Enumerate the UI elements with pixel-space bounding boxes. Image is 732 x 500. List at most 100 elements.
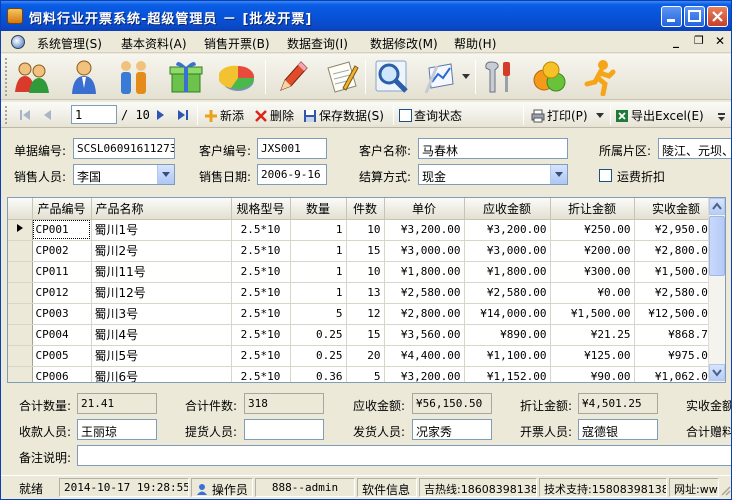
- table-cell-product-no[interactable]: CP006: [32, 366, 92, 382]
- table-cell-unit-price[interactable]: ¥4,400.00: [384, 345, 465, 367]
- chevron-down-icon[interactable]: [550, 165, 567, 184]
- table-cell-product-no[interactable]: CP011: [32, 261, 92, 283]
- table-cell-product-name[interactable]: 蜀川12号: [91, 282, 232, 304]
- table-cell-receivable[interactable]: ¥3,000.00: [464, 240, 551, 262]
- table-cell-product-name[interactable]: 蜀川3号: [91, 303, 232, 325]
- menu-help[interactable]: 帮助(H): [454, 35, 496, 52]
- table-cell-product-no[interactable]: CP012: [32, 282, 92, 304]
- table-cell-actual[interactable]: ¥1,062.00: [634, 366, 719, 382]
- exit-runner-icon[interactable]: [581, 58, 619, 96]
- chevron-down-icon[interactable]: [157, 165, 174, 184]
- table-cell-discount[interactable]: ¥1,500.00: [550, 303, 635, 325]
- table-cell-pieces[interactable]: 15: [346, 324, 385, 346]
- close-button[interactable]: [707, 6, 728, 27]
- table-cell-actual[interactable]: ¥868.75: [634, 324, 719, 346]
- users-icon[interactable]: [13, 58, 51, 96]
- tools-icon[interactable]: [481, 58, 519, 96]
- maximize-button[interactable]: [684, 6, 705, 27]
- toolbar-grip[interactable]: [5, 58, 8, 96]
- col-header[interactable]: 折让金额: [550, 198, 635, 220]
- system-menu-icon[interactable]: [11, 35, 25, 49]
- print-button[interactable]: 打印(P): [531, 107, 604, 124]
- region-field[interactable]: 陵江、元坝、: [658, 138, 731, 159]
- table-cell-product-name[interactable]: 蜀川5号: [91, 345, 232, 367]
- table-cell-spec[interactable]: 2.5*10: [231, 240, 291, 262]
- table-cell-qty[interactable]: 1: [290, 261, 347, 283]
- payee-field[interactable]: 王丽琼: [77, 419, 157, 440]
- cust-no-field[interactable]: JXS001: [257, 138, 327, 159]
- table-cell-unit-price[interactable]: ¥1,800.00: [384, 261, 465, 283]
- table-cell-product-no[interactable]: CP001: [32, 219, 92, 241]
- table-cell-receivable[interactable]: ¥1,152.00: [464, 366, 551, 382]
- last-record-icon[interactable]: [176, 108, 190, 122]
- issuer-field[interactable]: 寇德银: [578, 419, 658, 440]
- report-chart-icon[interactable]: [423, 58, 461, 96]
- scroll-up-button[interactable]: [709, 198, 725, 215]
- table-cell-pieces[interactable]: 10: [346, 219, 385, 241]
- pie-chart-icon[interactable]: [219, 58, 257, 96]
- table-row[interactable]: CP012 蜀川12号 2.5*10 1 13 ¥2,580.00 ¥2,580.00 ¥0.…: [8, 282, 719, 304]
- table-row[interactable]: CP006 蜀川6号 2.5*10 0.36 5 ¥3,200.00 ¥1,152.00 ¥9…: [8, 366, 719, 382]
- table-cell-unit-price[interactable]: ¥3,200.00: [384, 366, 465, 382]
- table-cell-receivable[interactable]: ¥1,100.00: [464, 345, 551, 367]
- table-cell-receivable[interactable]: ¥14,000.00: [464, 303, 551, 325]
- col-header[interactable]: 产品名称: [91, 198, 232, 220]
- scroll-down-button[interactable]: [709, 364, 725, 381]
- row-indicator[interactable]: [8, 282, 33, 304]
- table-cell-unit-price[interactable]: ¥3,560.00: [384, 324, 465, 346]
- table-row[interactable]: CP004 蜀川4号 2.5*10 0.25 15 ¥3,560.00 ¥890.00 ¥21…: [8, 324, 719, 346]
- toolbar-grip[interactable]: [5, 106, 8, 124]
- gift-icon[interactable]: [167, 58, 205, 96]
- table-cell-actual[interactable]: ¥2,800.00: [634, 240, 719, 262]
- table-cell-discount[interactable]: ¥90.00: [550, 366, 635, 382]
- table-cell-spec[interactable]: 2.5*10: [231, 261, 291, 283]
- dropdown-arrow-icon[interactable]: [462, 74, 470, 80]
- shipper-field[interactable]: 况家秀: [412, 419, 492, 440]
- menu-data-modify[interactable]: 数据修改(M): [370, 35, 438, 52]
- table-cell-pieces[interactable]: 12: [346, 303, 385, 325]
- table-cell-product-no[interactable]: CP004: [32, 324, 92, 346]
- grid-vertical-scrollbar[interactable]: [708, 198, 725, 382]
- table-cell-spec[interactable]: 2.5*10: [231, 303, 291, 325]
- fruits-icon[interactable]: [531, 58, 569, 96]
- delete-button[interactable]: 删除: [254, 107, 294, 124]
- magnifier-icon[interactable]: [373, 58, 411, 96]
- table-cell-qty[interactable]: 1: [290, 219, 347, 241]
- table-cell-pieces[interactable]: 10: [346, 261, 385, 283]
- table-cell-actual[interactable]: ¥975.00: [634, 345, 719, 367]
- query-status-toggle[interactable]: 查询状态: [399, 107, 462, 124]
- table-cell-product-no[interactable]: CP002: [32, 240, 92, 262]
- previous-record-icon[interactable]: [41, 108, 55, 122]
- table-cell-discount[interactable]: ¥300.00: [550, 261, 635, 283]
- table-cell-receivable[interactable]: ¥1,800.00: [464, 261, 551, 283]
- picker-field[interactable]: [244, 419, 324, 440]
- row-indicator[interactable]: [8, 240, 33, 262]
- status-software-info[interactable]: 软件信息: [357, 478, 417, 497]
- table-cell-pieces[interactable]: 15: [346, 240, 385, 262]
- current-record-input[interactable]: [71, 105, 117, 124]
- mdi-close-button[interactable]: ✕: [715, 34, 725, 48]
- table-cell-product-name[interactable]: 蜀川2号: [91, 240, 232, 262]
- table-cell-product-name[interactable]: 蜀川11号: [91, 261, 232, 283]
- table-row[interactable]: CP001 蜀川1号 2.5*10 1 10 ¥3,200.00 ¥3,200.00 ¥250…: [8, 219, 719, 241]
- table-cell-discount[interactable]: ¥21.25: [550, 324, 635, 346]
- menu-sales-invoice[interactable]: 销售开票(B): [204, 35, 270, 52]
- row-indicator[interactable]: [8, 303, 33, 325]
- table-cell-qty[interactable]: 1: [290, 240, 347, 262]
- table-cell-product-no[interactable]: CP005: [32, 345, 92, 367]
- table-cell-actual[interactable]: ¥12,500.00: [634, 303, 719, 325]
- doc-no-field[interactable]: SCSL060916112734: [73, 138, 175, 159]
- col-header[interactable]: 单价: [384, 198, 465, 220]
- table-cell-receivable[interactable]: ¥2,580.00: [464, 282, 551, 304]
- settle-select[interactable]: 现金: [418, 164, 568, 185]
- table-cell-unit-price[interactable]: ¥3,000.00: [384, 240, 465, 262]
- toolbar-overflow-button[interactable]: [716, 107, 728, 123]
- table-row[interactable]: CP003 蜀川3号 2.5*10 5 12 ¥2,800.00 ¥14,000.00 ¥1,…: [8, 303, 719, 325]
- query-status-checkbox[interactable]: [399, 109, 412, 122]
- table-cell-pieces[interactable]: 5: [346, 366, 385, 382]
- table-row[interactable]: CP002 蜀川2号 2.5*10 1 15 ¥3,000.00 ¥3,000.00 ¥200…: [8, 240, 719, 262]
- table-cell-unit-price[interactable]: ¥3,200.00: [384, 219, 465, 241]
- col-header[interactable]: 实收金额: [634, 198, 719, 220]
- save-button[interactable]: 保存数据(S): [303, 107, 384, 124]
- table-cell-spec[interactable]: 2.5*10: [231, 282, 291, 304]
